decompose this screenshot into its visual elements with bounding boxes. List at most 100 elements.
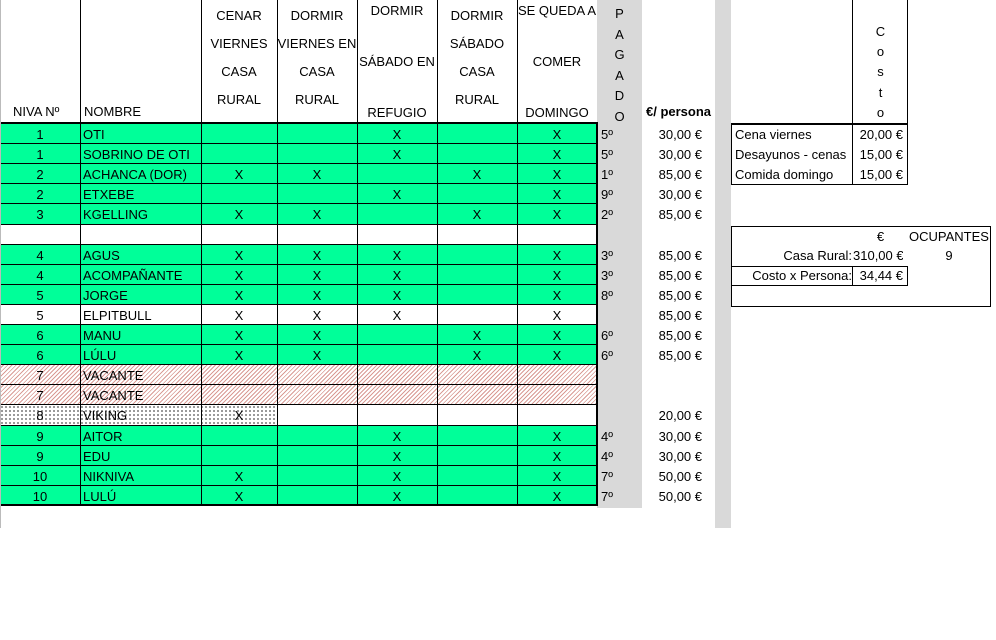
cell-c3[interactable]: X (357, 286, 437, 305)
cell-c5[interactable]: X (517, 326, 597, 345)
cell-c4[interactable] (437, 145, 517, 164)
cell-precio[interactable] (642, 226, 702, 245)
cell-c5[interactable]: X (517, 165, 597, 184)
cell-c4[interactable] (437, 246, 517, 265)
cell-c4[interactable] (437, 286, 517, 305)
cell-c3[interactable] (357, 386, 437, 405)
cell-precio[interactable]: 30,00 € (642, 125, 702, 144)
cell-nombre[interactable]: JORGE (80, 286, 201, 305)
cell-c5[interactable]: X (517, 185, 597, 204)
cell-c3[interactable]: X (357, 306, 437, 325)
cell-c3[interactable] (357, 205, 437, 224)
cell-pagado[interactable]: 7º (598, 487, 641, 506)
cell-c3[interactable] (357, 346, 437, 365)
cell-precio[interactable]: 30,00 € (642, 145, 702, 164)
cell-nombre[interactable]: OTI (80, 125, 201, 144)
cell-nombre[interactable]: NIKNIVA (80, 467, 201, 486)
cell-pagado[interactable]: 5º (598, 125, 641, 144)
cell-niva[interactable]: 5 (0, 306, 80, 325)
cell-c1[interactable]: X (201, 346, 277, 365)
cell-c1[interactable] (201, 125, 277, 144)
cell-niva[interactable]: 7 (0, 366, 80, 385)
cell-c2[interactable] (277, 386, 357, 405)
cell-c2[interactable] (277, 145, 357, 164)
cell-niva[interactable]: 10 (0, 467, 80, 486)
cell-c2[interactable] (277, 467, 357, 486)
cell-c4[interactable] (437, 185, 517, 204)
cell-c5[interactable]: X (517, 427, 597, 446)
cell-c1[interactable] (201, 145, 277, 164)
cell-nombre[interactable]: VIKING (80, 406, 201, 425)
cell-niva[interactable]: 2 (0, 165, 80, 184)
cell-precio[interactable]: 85,00 € (642, 346, 702, 365)
cell-pagado[interactable]: 9º (598, 185, 641, 204)
cell-nombre[interactable]: ELPITBULL (80, 306, 201, 325)
cell-c4[interactable]: X (437, 346, 517, 365)
cell-precio[interactable]: 30,00 € (642, 185, 702, 204)
cell-c1[interactable]: X (201, 326, 277, 345)
cell-c2[interactable] (277, 226, 357, 245)
cell-nombre[interactable]: LÚLU (80, 346, 201, 365)
cell-niva[interactable]: 9 (0, 447, 80, 466)
cell-nombre[interactable] (80, 226, 201, 245)
cell-precio[interactable]: 85,00 € (642, 165, 702, 184)
cell-c4[interactable] (437, 447, 517, 466)
cell-niva[interactable]: 1 (0, 145, 80, 164)
cell-c2[interactable]: X (277, 266, 357, 285)
cell-c1[interactable] (201, 447, 277, 466)
cell-niva[interactable]: 4 (0, 266, 80, 285)
cell-niva[interactable]: 6 (0, 326, 80, 345)
cell-c3[interactable]: X (357, 246, 437, 265)
cell-c4[interactable] (437, 306, 517, 325)
cell-c4[interactable]: X (437, 165, 517, 184)
cell-c3[interactable] (357, 366, 437, 385)
cell-c1[interactable]: X (201, 306, 277, 325)
cell-nombre[interactable]: SOBRINO DE OTI (80, 145, 201, 164)
cell-c4[interactable] (437, 427, 517, 446)
cell-c4[interactable] (437, 266, 517, 285)
cell-precio[interactable]: 85,00 € (642, 246, 702, 265)
cell-nombre[interactable]: VACANTE (80, 386, 201, 405)
cell-c2[interactable] (277, 447, 357, 466)
cell-c2[interactable] (277, 427, 357, 446)
cell-precio[interactable]: 85,00 € (642, 326, 702, 345)
cell-c3[interactable]: X (357, 125, 437, 144)
cell-c2[interactable]: X (277, 326, 357, 345)
cell-pagado[interactable] (598, 226, 641, 245)
cell-nombre[interactable]: ACHANCA (DOR) (80, 165, 201, 184)
cell-c3[interactable]: X (357, 447, 437, 466)
cell-c5[interactable]: X (517, 306, 597, 325)
cell-c4[interactable] (437, 366, 517, 385)
cell-nombre[interactable]: MANU (80, 326, 201, 345)
cell-c2[interactable]: X (277, 165, 357, 184)
cell-c2[interactable]: X (277, 246, 357, 265)
cell-pagado[interactable] (598, 406, 641, 425)
cell-precio[interactable]: 50,00 € (642, 487, 702, 506)
cell-c2[interactable]: X (277, 346, 357, 365)
cell-pagado[interactable] (598, 366, 641, 385)
cell-c1[interactable]: X (201, 467, 277, 486)
cell-c3[interactable]: X (357, 467, 437, 486)
cell-c1[interactable] (201, 185, 277, 204)
cell-pagado[interactable]: 3º (598, 246, 641, 265)
cell-niva[interactable]: 3 (0, 205, 80, 224)
cell-c1[interactable]: X (201, 286, 277, 305)
cell-niva[interactable]: 9 (0, 427, 80, 446)
cell-c4[interactable] (437, 386, 517, 405)
cell-pagado[interactable] (598, 386, 641, 405)
cell-nombre[interactable]: EDU (80, 447, 201, 466)
cell-c4[interactable] (437, 125, 517, 144)
cell-c1[interactable] (201, 366, 277, 385)
cell-c3[interactable]: X (357, 145, 437, 164)
cell-niva[interactable]: 1 (0, 125, 80, 144)
cell-precio[interactable]: 30,00 € (642, 427, 702, 446)
cell-c5[interactable] (517, 226, 597, 245)
cell-c5[interactable]: X (517, 246, 597, 265)
cell-precio[interactable]: 85,00 € (642, 286, 702, 305)
cell-c1[interactable] (201, 427, 277, 446)
cell-c3[interactable] (357, 326, 437, 345)
cell-precio[interactable]: 85,00 € (642, 205, 702, 224)
cell-c1[interactable] (201, 386, 277, 405)
cell-c4[interactable]: X (437, 205, 517, 224)
cell-c1[interactable]: X (201, 406, 277, 425)
